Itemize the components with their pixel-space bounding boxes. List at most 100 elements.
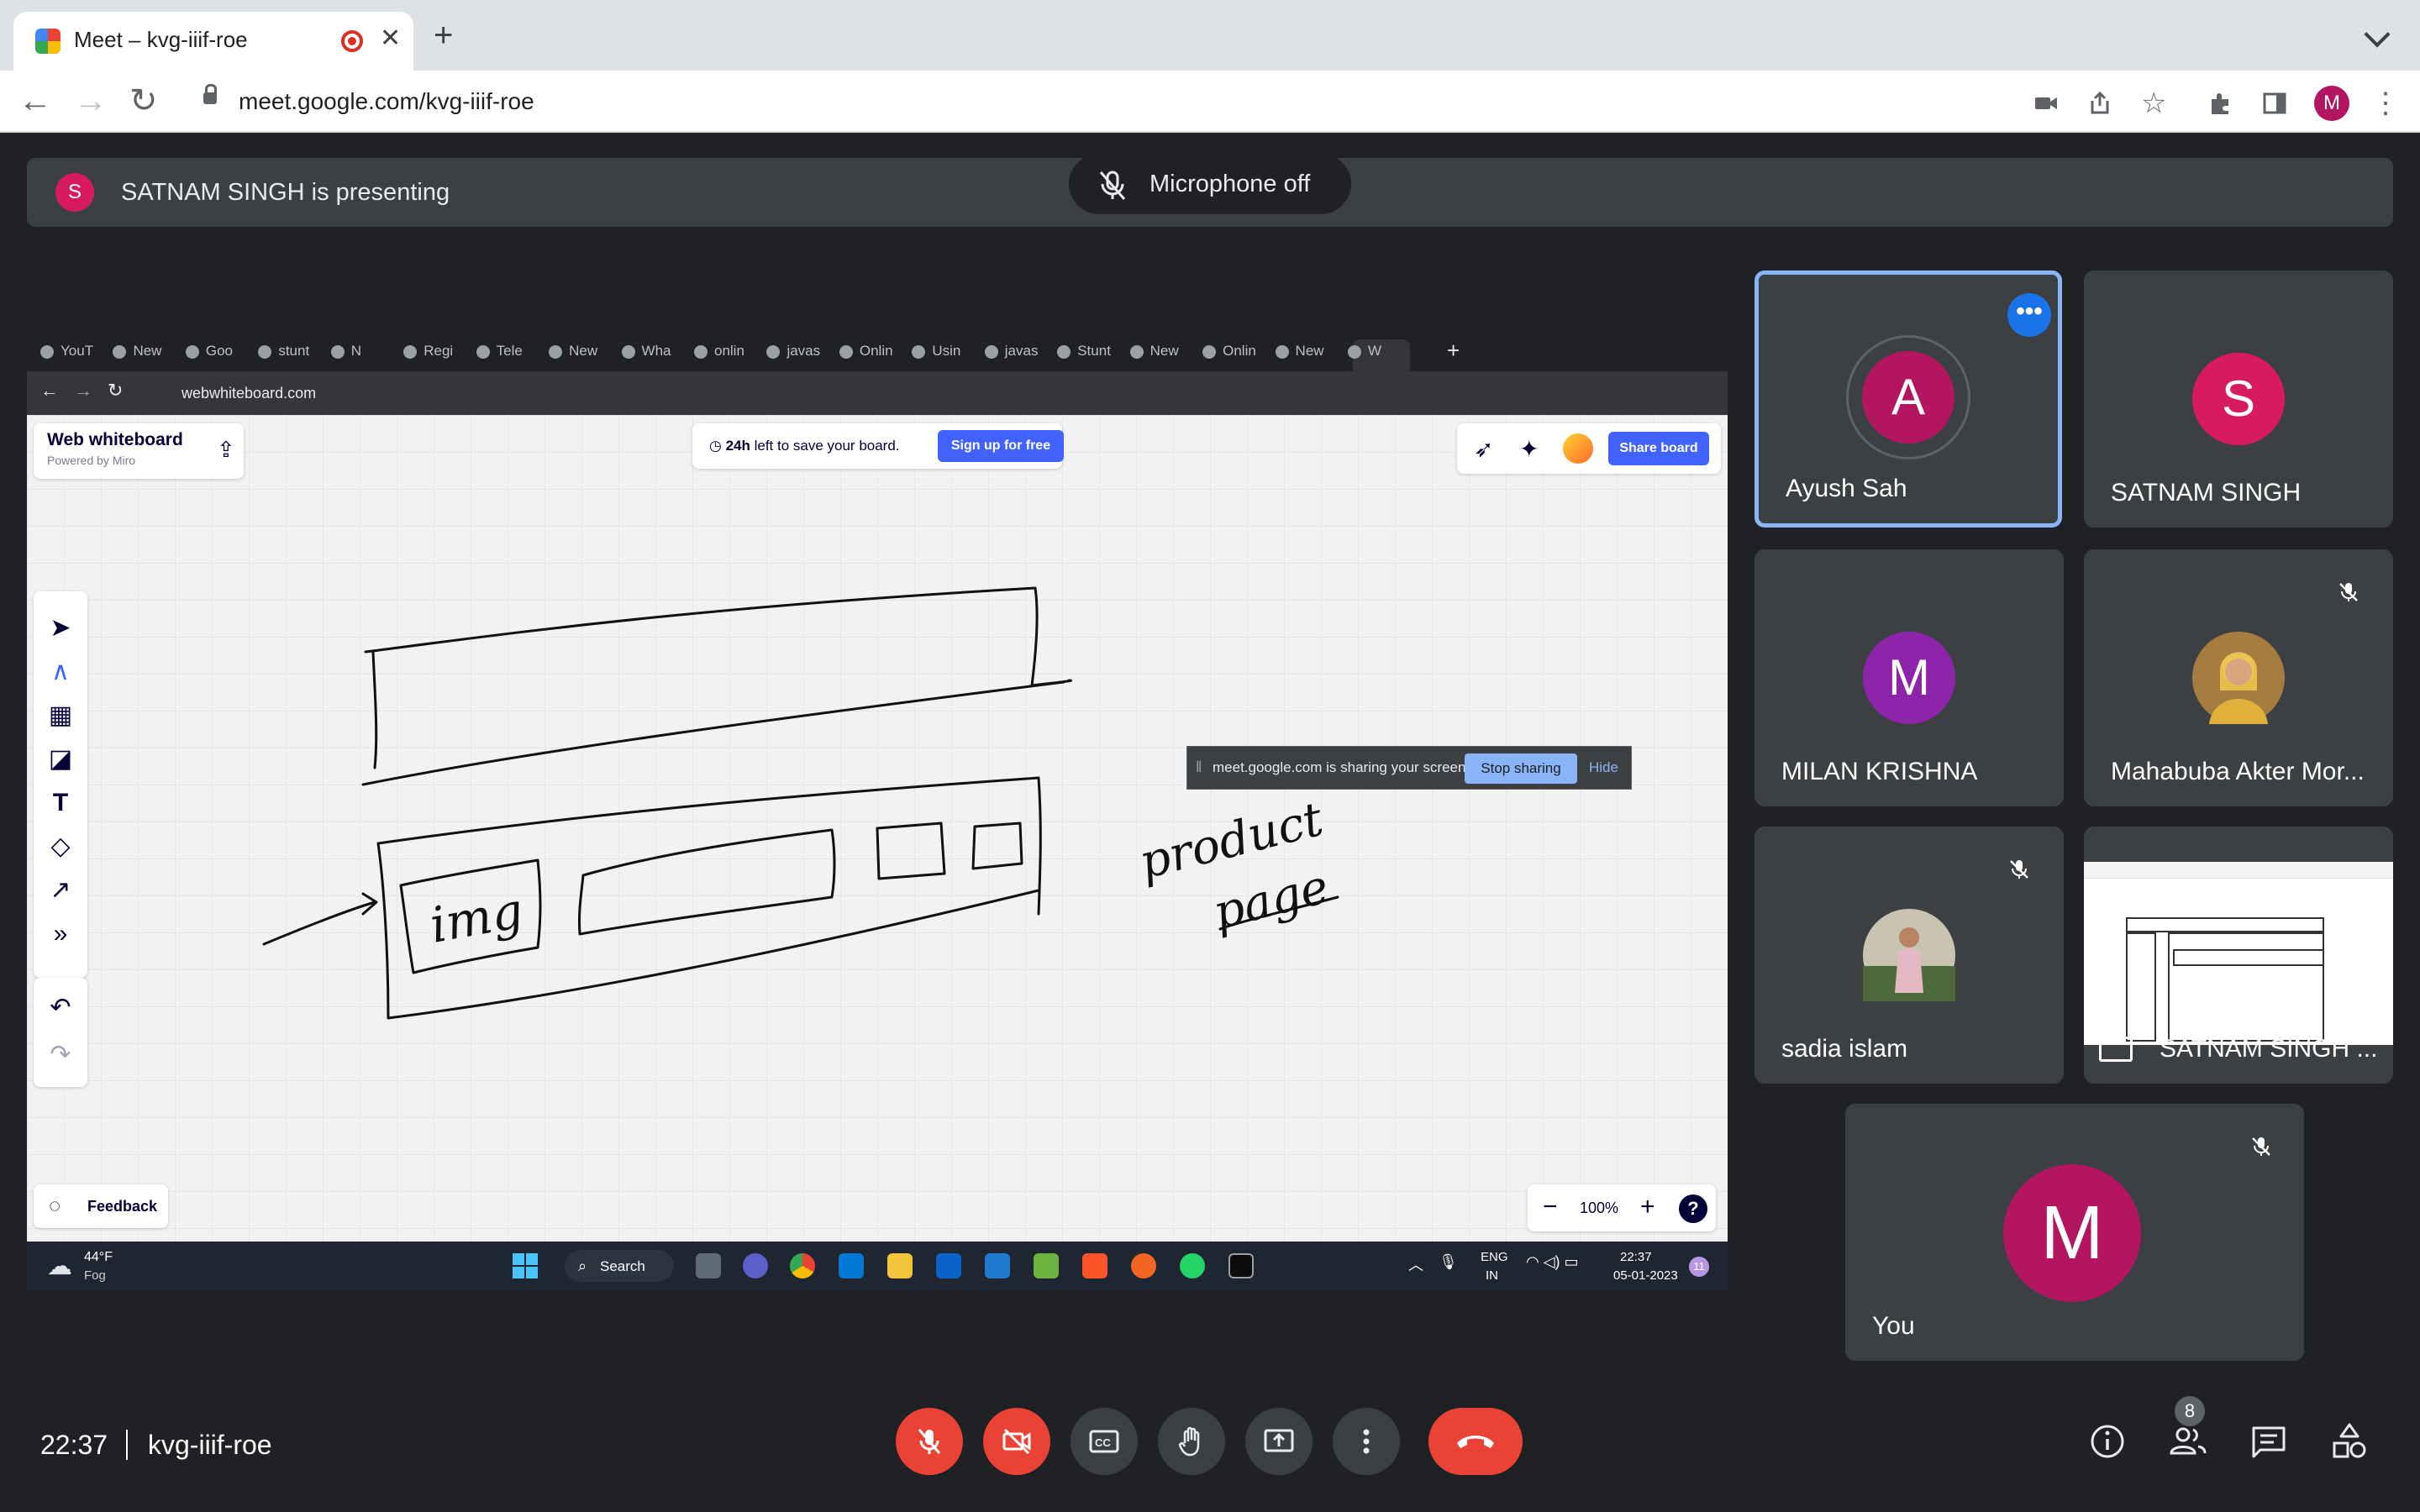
stack-app-icon xyxy=(1034,1253,1059,1278)
tray-lang-2: IN xyxy=(1486,1268,1498,1283)
extensions-icon[interactable] xyxy=(2208,91,2233,116)
save-board-bold: 24h xyxy=(725,438,750,454)
participant-tile-mahabuba[interactable]: Mahabuba Akter Mor... xyxy=(2084,549,2393,806)
meeting-info-button[interactable] xyxy=(2087,1421,2128,1462)
shared-tab: N xyxy=(330,343,362,365)
terminal-app-icon xyxy=(1228,1253,1254,1278)
shared-tab-label: W xyxy=(1368,343,1382,359)
back-button[interactable]: ← xyxy=(18,82,52,119)
shared-tab-label: New xyxy=(133,343,162,359)
shared-tab: Wha xyxy=(621,343,671,365)
mic-off-icon xyxy=(2339,583,2358,601)
present-screen-button[interactable] xyxy=(1245,1408,1313,1475)
close-tab-icon[interactable]: ✕ xyxy=(380,24,401,53)
shared-tab: stunt xyxy=(258,343,309,365)
participant-avatar: M xyxy=(1863,632,1955,724)
shared-tab-label: Goo xyxy=(205,343,234,359)
save-board-card: ◷ 24h left to save your board. Sign up f… xyxy=(692,423,1064,469)
shared-reload-icon: ↻ xyxy=(108,380,124,401)
shared-tab-label: Stunt xyxy=(1077,343,1111,359)
mic-off-icon xyxy=(2010,860,2028,879)
shared-tab-strip: + YouT New Goo stunt N Regi Tele New Wha onlin jav… xyxy=(27,336,1728,371)
more-options-icon[interactable]: ••• xyxy=(2007,293,2051,337)
participant-tile-satnam-screen[interactable]: SATNAM SINGH ... xyxy=(2084,827,2393,1084)
shared-tab: Onlin xyxy=(839,343,893,365)
shared-tab-favicon-icon xyxy=(912,344,926,359)
chat-button[interactable] xyxy=(2249,1421,2289,1462)
reactions-icon: ➶ xyxy=(1474,436,1494,462)
shared-tab-label: Tele xyxy=(496,343,523,359)
shared-tab: Usin xyxy=(912,343,960,365)
store-app-icon xyxy=(985,1253,1010,1278)
captions-button[interactable]: CC xyxy=(1071,1408,1138,1475)
sticky-note-tool-icon: ◪ xyxy=(48,745,73,773)
profile-avatar[interactable]: M xyxy=(2314,86,2349,121)
zoom-out-icon: − xyxy=(1543,1193,1558,1221)
shared-tab-label: Onlin xyxy=(859,343,893,359)
bookmark-star-icon[interactable]: ☆ xyxy=(2141,89,2166,118)
shared-tab-favicon-icon xyxy=(1202,344,1217,359)
shared-tab: javas xyxy=(984,343,1038,365)
participant-photo xyxy=(2192,632,2285,724)
preview-tabbar xyxy=(2084,862,2393,879)
whiteboard-title-card: Web whiteboard Powered by Miro ⇪ xyxy=(34,423,244,479)
save-board-text: ◷ 24h left to save your board. xyxy=(709,438,900,454)
shared-tab-label: New xyxy=(1295,343,1324,359)
drawing-label-img: img xyxy=(426,882,528,954)
camera-icon[interactable] xyxy=(2033,91,2059,116)
participant-tile-satnam[interactable]: S SATNAM SINGH xyxy=(2084,270,2393,528)
tray-date: 05-01-2023 xyxy=(1613,1268,1678,1283)
shared-forward-icon: → xyxy=(74,380,92,401)
browser-tab-meet[interactable]: Meet – kvg-iiif-roe ✕ xyxy=(13,12,413,71)
shared-tab-favicon-icon xyxy=(1057,344,1071,359)
leave-call-button[interactable] xyxy=(1428,1408,1523,1475)
participant-name: Ayush Sah xyxy=(1786,475,1907,502)
feedback-label: Feedback xyxy=(87,1198,158,1215)
presenting-text: SATNAM SINGH is presenting xyxy=(121,179,450,206)
address-bar[interactable]: meet.google.com/kvg-iiif-roe xyxy=(183,77,2183,126)
mic-off-icon xyxy=(1099,171,1126,200)
new-tab-button[interactable]: + xyxy=(434,18,453,52)
more-options-button[interactable] xyxy=(1333,1408,1400,1475)
shared-tab-favicon-icon xyxy=(1275,344,1289,359)
participant-tile-milan[interactable]: M MILAN KRISHNA xyxy=(1754,549,2064,806)
meet-favicon-icon xyxy=(35,29,60,54)
windows-start-icon xyxy=(513,1253,538,1278)
undo-redo-card: ↶ ↷ xyxy=(34,978,87,1087)
participant-tile-ayush[interactable]: A ••• Ayush Sah xyxy=(1754,270,2062,528)
participant-tile-you[interactable]: M You xyxy=(1845,1104,2304,1361)
captions-icon: CC xyxy=(1089,1430,1119,1453)
shared-tab-favicon-icon xyxy=(403,344,418,359)
shared-tab-favicon-icon xyxy=(621,344,635,359)
people-button[interactable] xyxy=(2168,1421,2208,1462)
whatsapp-app-icon xyxy=(1180,1253,1205,1278)
chrome-menu-icon[interactable]: ⋮ xyxy=(2371,89,2400,118)
camera-toggle-button[interactable] xyxy=(983,1408,1050,1475)
tab-title: Meet – kvg-iiif-roe xyxy=(74,27,248,52)
feedback-icon: ◌ xyxy=(49,1194,61,1217)
brave-app-icon xyxy=(1082,1253,1107,1278)
activities-button[interactable] xyxy=(2329,1421,2370,1462)
meeting-code: kvg-iiif-roe xyxy=(148,1430,272,1460)
shared-tab-label: stunt xyxy=(278,343,310,359)
participant-tile-sadia[interactable]: sadia islam xyxy=(1754,827,2064,1084)
mic-toggle-button[interactable] xyxy=(896,1408,963,1475)
shared-tab: Onlin xyxy=(1202,343,1256,365)
participant-name: sadia islam xyxy=(1781,1035,1908,1063)
shared-tab: New xyxy=(1275,343,1324,365)
participant-name: SATNAM SINGH xyxy=(2111,479,2302,507)
shared-tab-label: N xyxy=(350,343,362,359)
preview-box-1 xyxy=(2126,917,2324,932)
shared-tab-favicon-icon xyxy=(984,344,998,359)
profile-photo-icon xyxy=(1863,909,1955,1001)
forward-button[interactable]: → xyxy=(74,82,108,119)
reload-button[interactable]: ↻ xyxy=(129,82,158,119)
share-icon[interactable] xyxy=(2087,91,2112,116)
tray-time: 22:37 xyxy=(1620,1250,1652,1264)
people-count-badge: 8 xyxy=(2175,1396,2205,1426)
lock-icon[interactable] xyxy=(203,84,217,104)
tab-search-chevron-icon[interactable] xyxy=(2364,21,2391,48)
side-panel-icon[interactable] xyxy=(2262,91,2287,116)
participant-avatar: M xyxy=(2003,1164,2141,1302)
raise-hand-button[interactable] xyxy=(1158,1408,1225,1475)
